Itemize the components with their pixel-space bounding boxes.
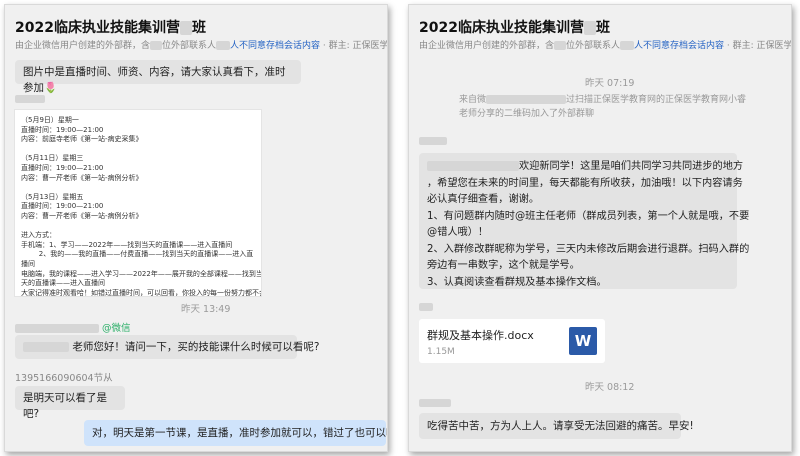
chat-header: 2022临床执业技能集训营班 由企业微信用户创建的外部群，含 位外部联系人 人不同意… xyxy=(409,5,791,55)
welcome-text: 欢迎新同学！这里是咱们共同学习共同进步的地方 xyxy=(519,161,744,172)
chat-subtitle: 由企业微信用户创建的外部群，含 位外部联系人 人不同意存档会话内容 · 群主: 正保… xyxy=(419,38,792,51)
redacted-text xyxy=(486,95,567,104)
archive-consent-link[interactable]: 人不同意存档会话内容 xyxy=(634,41,724,51)
schedule-image[interactable]: （5月9日）星期一 直播时间：19:00—21:00 内容：前庭寺老师《第一站-… xyxy=(14,109,262,297)
redacted-text xyxy=(150,41,163,50)
message-text: 老师您好！请问一下，买的技能课什么时候可以看呢? xyxy=(72,341,320,353)
subtitle-owner: · 群主: 正保医学教育网 xyxy=(322,41,388,51)
timestamp: 昨天 07:19 xyxy=(585,78,635,89)
file-size: 1.15M xyxy=(427,347,455,357)
message-bubble[interactable]: 图片中是直播时间、师资、内容，请大家认真看下，准时参加🌷 xyxy=(15,60,301,94)
message-sender: 1395166090604节从 xyxy=(15,370,113,384)
chat-window-left: 2022临床执业技能集训营班 由企业微信用户创建的外部群，含 位外部联系人 人不同意… xyxy=(4,4,388,452)
message-text: 是明天可以看了是吧? xyxy=(23,392,107,420)
sender-id: 1395166090604节从 xyxy=(15,373,113,384)
join-notice-line: 老师分享的二维码加入了外部群聊 xyxy=(459,107,759,121)
welcome-line: 2、入群修改群昵称为学号，三天内未修改后期会进行退群。扫码入群的 xyxy=(427,243,750,255)
redacted-text xyxy=(554,41,567,50)
join-notice: 来自微 过扫描正保医学教育网的正保医学教育网小睿 老师分享的二维码加入了外部群聊 xyxy=(459,93,759,121)
redacted-text xyxy=(23,342,69,352)
join-notice-text: 来自微 xyxy=(459,95,487,105)
chat-title: 2022临床执业技能集训营班 xyxy=(419,17,610,37)
screenshot-root: 2022临床执业技能集训营班 由企业微信用户创建的外部群，含 位外部联系人 人不同意… xyxy=(0,0,800,456)
redacted-sender xyxy=(419,137,447,145)
file-attachment[interactable]: 群规及基本操作.docx 1.15M W xyxy=(419,319,605,363)
timestamp: 昨天 13:49 xyxy=(181,304,231,315)
chat-title-suffix: 班 xyxy=(595,20,610,36)
message-text: 对，明天是第一节课，是直播，准时参加就可以，错过了也可以听回放 xyxy=(92,427,388,439)
message-text: 图片中是直播时间、师资、内容，请大家认真看下，准时参加 xyxy=(23,66,286,94)
chat-title-text: 2022临床执业技能集训营 xyxy=(15,20,180,36)
welcome-line: 1、有问题群内随时@班主任老师（群成员列表，第一个人就是哦，不要 xyxy=(427,210,750,222)
welcome-message[interactable]: 欢迎新同学！这里是咱们共同学习共同进步的地方 ，希望您在未来的时间里，每天都能有… xyxy=(419,153,750,289)
wechat-tag: @微信 xyxy=(102,323,131,334)
redacted-text xyxy=(620,41,635,50)
subtitle-mid: 位外部联系人 xyxy=(162,41,217,51)
welcome-line: @错人哦）！ xyxy=(427,227,489,238)
welcome-line: ，希望您在未来的时间里，每天都能有所收获，加油哦！以下内容请务 xyxy=(427,177,743,189)
redacted-sender xyxy=(15,95,45,103)
subtitle-owner: · 群主: 正保医学教育网 xyxy=(726,41,792,51)
redacted-sender xyxy=(419,399,451,407)
word-document-icon: W xyxy=(569,327,597,355)
timestamp: 昨天 08:12 xyxy=(585,382,635,393)
redacted-sender xyxy=(15,324,99,333)
file-name: 群规及基本操作.docx xyxy=(427,329,534,342)
message-bubble[interactable]: 是明天可以看了是吧? xyxy=(15,386,125,420)
join-notice-text: 过扫描正保医学教育网的正保医学教育网小睿 xyxy=(566,95,747,105)
redacted-sender xyxy=(419,303,433,311)
message-sender: @微信 xyxy=(15,320,131,334)
welcome-line: 3、认真阅读查看群规及基本操作文档。 xyxy=(427,276,607,288)
redacted-text xyxy=(427,161,519,171)
message-bubble-own[interactable]: 对，明天是第一节课，是直播，准时参加就可以，错过了也可以听回放 xyxy=(84,420,388,446)
subtitle-prefix: 由企业微信用户创建的外部群，含 xyxy=(419,41,555,51)
message-bubble[interactable]: 老师您好！请问一下，买的技能课什么时候可以看呢? xyxy=(15,335,319,359)
archive-consent-link[interactable]: 人不同意存档会话内容 xyxy=(230,41,320,51)
chat-title: 2022临床执业技能集训营班 xyxy=(15,17,206,37)
chat-header: 2022临床执业技能集训营班 由企业微信用户创建的外部群，含 位外部联系人 人不同意… xyxy=(5,5,387,55)
welcome-line: 欢迎新同学！这里是咱们共同学习共同进步的地方 xyxy=(427,159,743,176)
chat-window-right: 2022临床执业技能集训营班 由企业微信用户创建的外部群，含 位外部联系人 人不同意… xyxy=(408,4,792,452)
chat-title-text: 2022临床执业技能集训营 xyxy=(419,20,584,36)
join-notice-line: 来自微 过扫描正保医学教育网的正保医学教育网小睿 xyxy=(459,93,759,107)
welcome-line: 旁边有一串数字，这个就是学号。 xyxy=(427,260,580,271)
redacted-text xyxy=(179,21,192,35)
message-bubble[interactable]: 吃得苦中苦，方为人上人。请享受无法回避的痛苦。早安! xyxy=(419,413,694,439)
redacted-text xyxy=(216,41,231,50)
chat-title-suffix: 班 xyxy=(191,20,206,36)
chat-subtitle: 由企业微信用户创建的外部群，含 位外部联系人 人不同意存档会话内容 · 群主: 正保… xyxy=(15,38,388,51)
redacted-text xyxy=(583,21,596,35)
welcome-line: 必认真仔细查看，谢谢。 xyxy=(427,194,540,205)
join-notice-text: 老师分享的二维码加入了外部群聊 xyxy=(459,109,595,119)
subtitle-mid: 位外部联系人 xyxy=(566,41,621,51)
message-text: 吃得苦中苦，方为人上人。请享受无法回避的痛苦。早安! xyxy=(427,420,694,432)
subtitle-prefix: 由企业微信用户创建的外部群，含 xyxy=(15,41,151,51)
tulip-emoji: 🌷 xyxy=(44,82,58,94)
